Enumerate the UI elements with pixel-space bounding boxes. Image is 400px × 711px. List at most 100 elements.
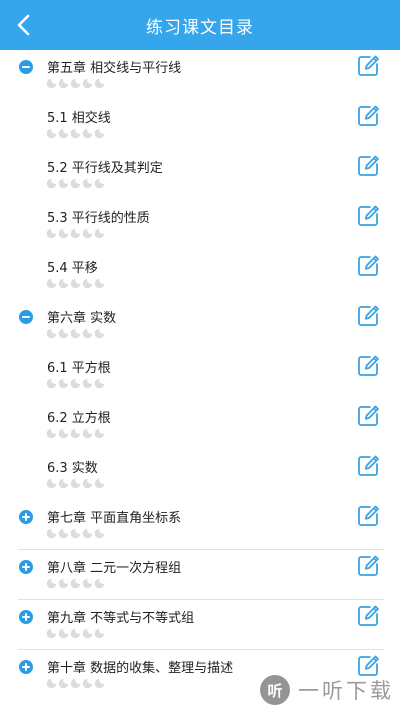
moon-icon: [70, 128, 81, 139]
moon-icon: [82, 228, 93, 239]
moon-icon: [70, 228, 81, 239]
moon-icon: [46, 128, 57, 139]
edit-button[interactable]: [356, 404, 380, 428]
moon-icon: [70, 378, 81, 389]
row-title: 6.3 实数: [47, 461, 98, 476]
edit-button[interactable]: [356, 154, 380, 178]
edit-button[interactable]: [356, 504, 380, 528]
edit-button[interactable]: [356, 554, 380, 578]
chapter-row[interactable]: 第九章 不等式与不等式组: [0, 600, 400, 650]
section-row[interactable]: 6.3 实数: [0, 450, 400, 500]
moon-icon: [94, 278, 105, 289]
edit-icon: [358, 305, 379, 326]
row-title: 5.4 平移: [47, 261, 98, 276]
moon-icon: [46, 178, 57, 189]
moon-icon: [94, 678, 105, 689]
collapse-icon[interactable]: [19, 310, 33, 324]
moon-icon: [94, 428, 105, 439]
rating-moons: [46, 578, 105, 590]
collapse-icon[interactable]: [19, 60, 33, 74]
moon-icon: [82, 378, 93, 389]
row-title: 6.1 平方根: [47, 361, 111, 376]
moon-icon: [70, 428, 81, 439]
edit-button[interactable]: [356, 254, 380, 278]
chevron-left-icon: [17, 14, 30, 36]
moon-icon: [46, 578, 57, 589]
edit-button[interactable]: [356, 454, 380, 478]
edit-button[interactable]: [356, 104, 380, 128]
edit-icon: [358, 355, 379, 376]
expand-icon[interactable]: [19, 660, 33, 674]
moon-icon: [82, 678, 93, 689]
moon-icon: [46, 678, 57, 689]
moon-icon: [82, 328, 93, 339]
moon-icon: [82, 128, 93, 139]
chapter-row[interactable]: 第七章 平面直角坐标系: [0, 500, 400, 550]
moon-icon: [46, 328, 57, 339]
row-title: 第六章 实数: [47, 311, 117, 326]
section-row[interactable]: 6.2 立方根: [0, 400, 400, 450]
back-button[interactable]: [4, 5, 44, 45]
section-row[interactable]: 6.1 平方根: [0, 350, 400, 400]
rating-moons: [46, 528, 105, 540]
moon-icon: [94, 328, 105, 339]
rating-moons: [46, 128, 105, 140]
moon-icon: [46, 628, 57, 639]
moon-icon: [70, 678, 81, 689]
rating-moons: [46, 628, 105, 640]
moon-icon: [82, 478, 93, 489]
watermark: 听 一听下载: [260, 673, 394, 707]
moon-icon: [82, 428, 93, 439]
rating-moons: [46, 328, 105, 340]
row-title: 第七章 平面直角坐标系: [47, 511, 182, 526]
moon-icon: [94, 128, 105, 139]
section-row[interactable]: 5.1 相交线: [0, 100, 400, 150]
chapter-row[interactable]: 第八章 二元一次方程组: [0, 550, 400, 600]
expand-icon[interactable]: [19, 510, 33, 524]
row-title: 5.1 相交线: [47, 111, 111, 126]
moon-icon: [46, 278, 57, 289]
header-bar: 练习课文目录: [0, 0, 400, 50]
moon-icon: [58, 378, 69, 389]
page-title: 练习课文目录: [146, 17, 254, 38]
moon-icon: [70, 628, 81, 639]
edit-icon: [358, 255, 379, 276]
expand-icon[interactable]: [19, 560, 33, 574]
row-title: 第十章 数据的收集、整理与描述: [47, 661, 234, 676]
chapter-row[interactable]: 第六章 实数: [0, 300, 400, 350]
section-row[interactable]: 5.3 平行线的性质: [0, 200, 400, 250]
section-row[interactable]: 5.2 平行线及其判定: [0, 150, 400, 200]
moon-icon: [58, 528, 69, 539]
edit-icon: [358, 105, 379, 126]
edit-icon: [358, 605, 379, 626]
edit-button[interactable]: [356, 304, 380, 328]
moon-icon: [58, 328, 69, 339]
rating-moons: [46, 228, 105, 240]
edit-button[interactable]: [356, 354, 380, 378]
edit-button[interactable]: [356, 604, 380, 628]
edit-icon: [358, 405, 379, 426]
moon-icon: [82, 178, 93, 189]
moon-icon: [94, 528, 105, 539]
edit-button[interactable]: [356, 204, 380, 228]
moon-icon: [70, 328, 81, 339]
edit-icon: [358, 455, 379, 476]
rating-moons: [46, 178, 105, 190]
edit-icon: [358, 555, 379, 576]
moon-icon: [94, 378, 105, 389]
moon-icon: [70, 478, 81, 489]
moon-icon: [58, 478, 69, 489]
row-title: 第八章 二元一次方程组: [47, 561, 182, 576]
watermark-text: 一听下载: [298, 679, 394, 703]
rating-moons: [46, 278, 105, 290]
moon-icon: [46, 528, 57, 539]
moon-icon: [58, 578, 69, 589]
moon-icon: [94, 628, 105, 639]
moon-icon: [46, 428, 57, 439]
section-row[interactable]: 5.4 平移: [0, 250, 400, 300]
row-title: 第五章 相交线与平行线: [47, 61, 182, 76]
expand-icon[interactable]: [19, 610, 33, 624]
row-title: 第九章 不等式与不等式组: [47, 611, 195, 626]
edit-button[interactable]: [356, 54, 380, 78]
chapter-row[interactable]: 第五章 相交线与平行线: [0, 50, 400, 100]
